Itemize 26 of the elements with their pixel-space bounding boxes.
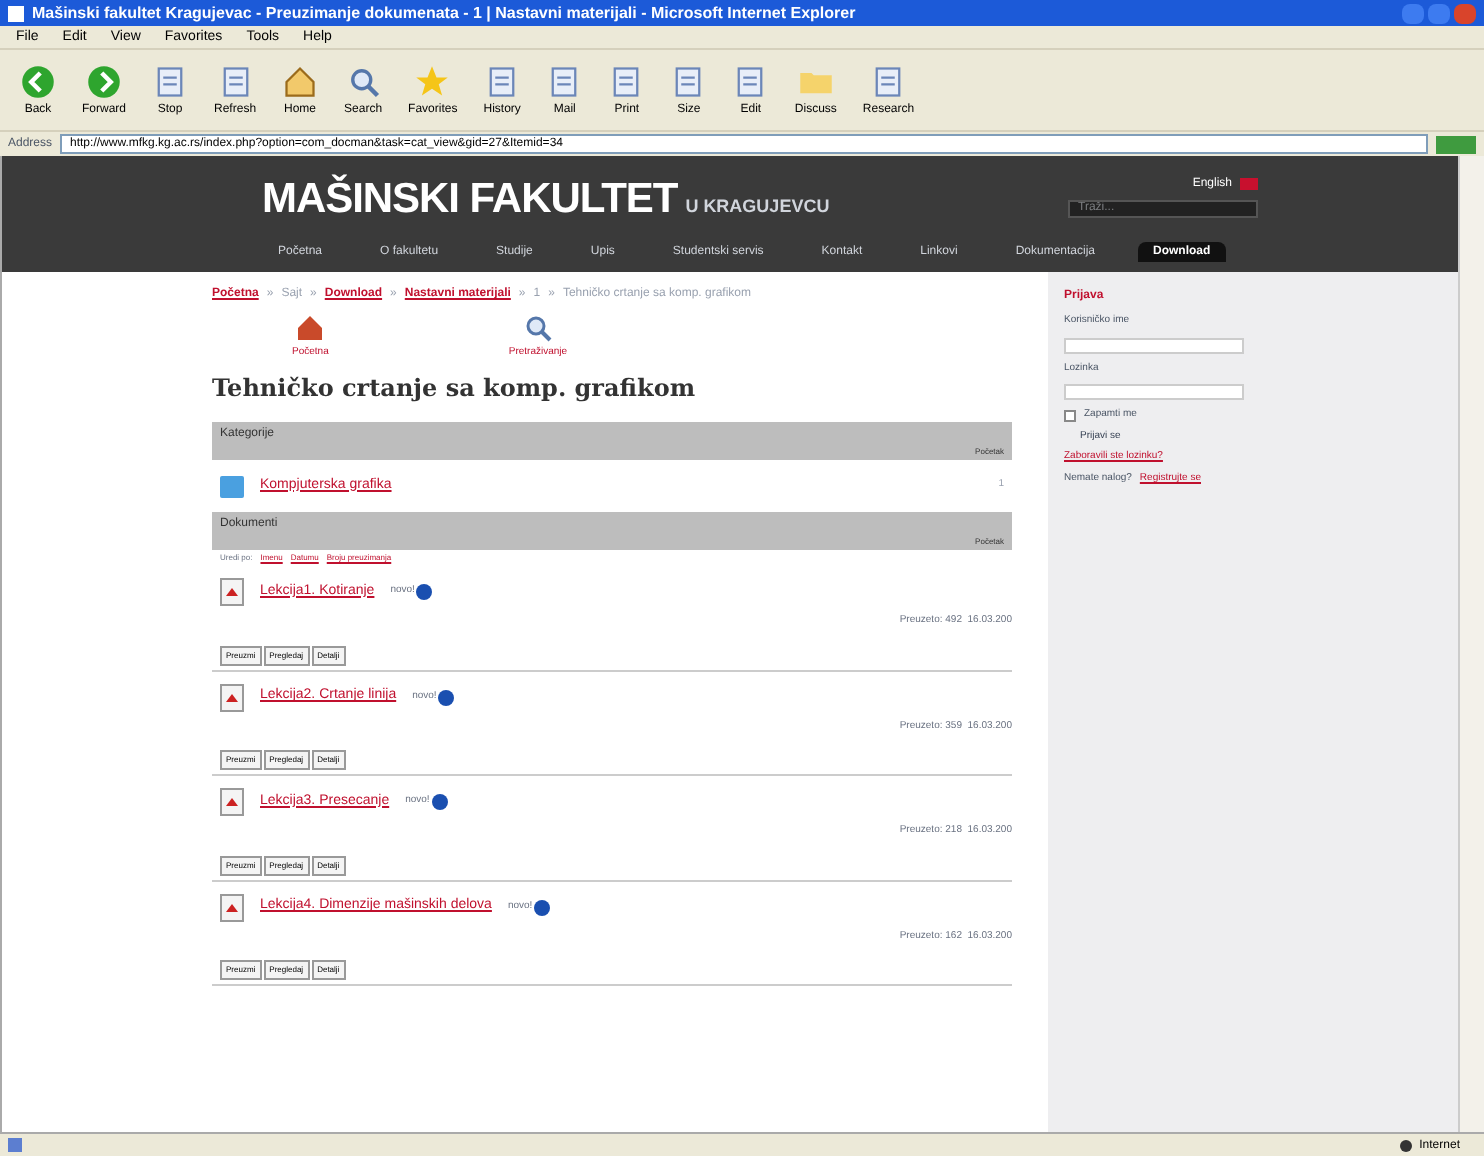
page-heading: Tehničko crtanje sa komp. grafikom [212,372,698,406]
go-button[interactable] [1436,135,1476,153]
info-icon [438,689,455,705]
house-icon [294,312,327,344]
remember-checkbox[interactable] [1064,409,1076,422]
site-subtitle: U KRAGUJEVCU [685,197,830,215]
info-icon [534,899,551,915]
info-icon [431,794,448,810]
scrollbar[interactable] [1458,156,1484,1132]
site-title: MAŠINSKI FAKULTET [262,177,678,219]
window-title: Mašinski fakultet Kragujevac - Preuzimanje dokumenata - 1 | Nastavni materijali - Microsoft Internet Explorer [32,5,856,21]
search-icon [345,64,382,100]
minimize-button[interactable] [1402,3,1424,23]
pdf-icon [220,683,244,711]
close-button[interactable] [1454,3,1476,23]
pdf-icon [220,893,244,921]
maximize-button[interactable] [1428,3,1450,23]
pdf-icon [220,578,244,606]
house-icon [282,64,319,100]
info-icon [416,584,433,600]
password-field[interactable] [1064,384,1244,400]
flag-icon [1240,178,1258,190]
search-icon [521,312,554,344]
star-icon [414,64,451,100]
pdf-icon [220,788,244,816]
username-field[interactable] [1064,337,1244,353]
